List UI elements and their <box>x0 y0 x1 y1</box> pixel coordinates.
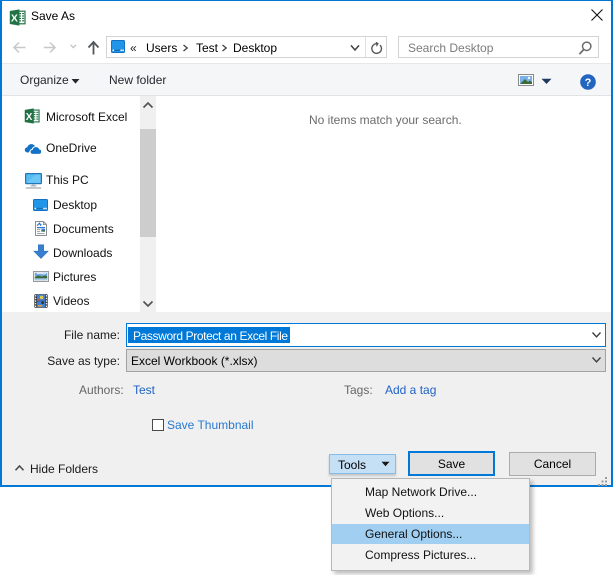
svg-text:X: X <box>11 13 18 25</box>
svg-text:?: ? <box>585 77 592 89</box>
svg-text:X: X <box>26 112 33 123</box>
